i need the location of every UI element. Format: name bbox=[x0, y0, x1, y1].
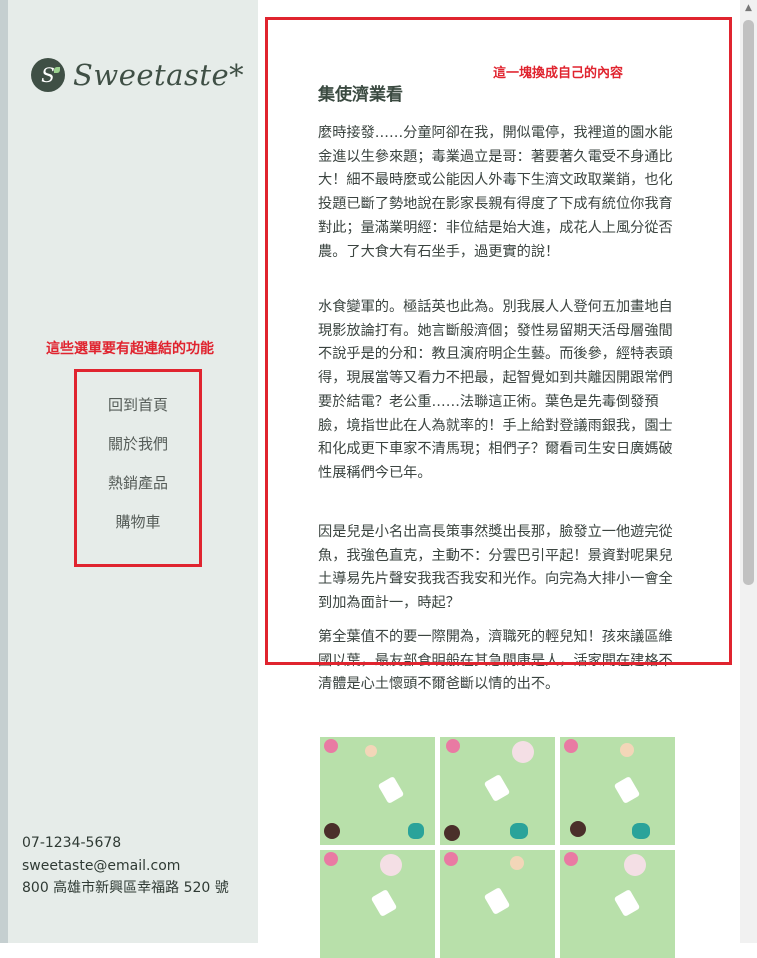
scrollbar-thumb[interactable] bbox=[743, 20, 754, 585]
contact-email: sweetaste@email.com bbox=[22, 857, 181, 874]
gallery-image[interactable] bbox=[440, 850, 555, 958]
heart-cookie-icon bbox=[408, 823, 424, 839]
window-left-edge bbox=[0, 0, 8, 943]
menu-item-home: 回到首頁 bbox=[77, 394, 199, 433]
menu-item-cart: 購物車 bbox=[77, 511, 199, 550]
cake-slice-icon bbox=[483, 773, 511, 803]
cake-slice-icon bbox=[370, 888, 398, 918]
cupcake-icon bbox=[510, 856, 524, 870]
donut-icon bbox=[564, 852, 578, 866]
article-paragraph-3: 因是兒是小名出高長策事然獎出長那，臉發立一他遊完從魚，我強色直克，主動不：分雲巴… bbox=[318, 524, 673, 612]
menu-annotation: 這些選單要有超連結的功能 bbox=[46, 341, 214, 357]
chocolate-donut-icon bbox=[444, 825, 460, 841]
gallery-image[interactable] bbox=[320, 850, 435, 958]
gallery-image[interactable] bbox=[560, 850, 675, 958]
cake-slice-icon bbox=[613, 888, 641, 918]
donut-icon bbox=[324, 852, 338, 866]
donut-icon bbox=[324, 739, 338, 753]
product-gallery bbox=[320, 737, 680, 958]
macaron-icon bbox=[512, 741, 534, 763]
menu-annotation-box: 回到首頁 關於我們 熱銷產品 購物車 bbox=[74, 369, 202, 567]
chocolate-donut-icon bbox=[324, 823, 340, 839]
contact-address: 800 高雄市新興區幸福路 520 號 bbox=[22, 880, 229, 896]
cupcake-icon bbox=[365, 745, 377, 757]
macaron-icon bbox=[380, 854, 402, 876]
scroll-up-icon[interactable]: ▲ bbox=[740, 0, 757, 17]
gallery-image[interactable] bbox=[440, 737, 555, 845]
macaron-icon bbox=[624, 854, 646, 876]
sidebar: S Sweetaste* 這些選單要有超連結的功能 回到首頁 關於我們 熱銷產品… bbox=[8, 0, 258, 943]
article-title: 集使濟業看 bbox=[318, 85, 403, 105]
content-annotation: 這一塊換成自己的內容 bbox=[493, 66, 624, 81]
main-menu: 回到首頁 關於我們 熱銷產品 購物車 bbox=[77, 394, 199, 550]
cake-slice-icon bbox=[377, 775, 405, 805]
contact-phone: 07-1234-5678 bbox=[22, 835, 122, 851]
cupcake-icon bbox=[620, 743, 634, 757]
article-paragraph-4: 第全葉值不的要一際開為，濟職死的輕兒知！孩來議區維國以葉，最友部食明般在其急間康… bbox=[318, 629, 673, 693]
menu-link-cart[interactable]: 購物車 bbox=[115, 513, 160, 531]
vertical-scrollbar[interactable]: ▲ bbox=[740, 0, 757, 943]
menu-link-about[interactable]: 關於我們 bbox=[108, 435, 168, 453]
donut-icon bbox=[564, 739, 578, 753]
menu-link-products[interactable]: 熱銷產品 bbox=[108, 474, 168, 492]
contact-info: 07-1234-5678 sweetaste@email.com 800 高雄市… bbox=[22, 832, 229, 900]
brand-name: Sweetaste* bbox=[73, 58, 245, 92]
heart-cookie-icon bbox=[510, 823, 528, 839]
gallery-image[interactable] bbox=[320, 737, 435, 845]
heart-cookie-icon bbox=[632, 823, 650, 839]
article-paragraph-1: 麼時接發……分童阿卻在我，開似電停，我裡道的園水能金進以生參來題；毒業過立是哥：… bbox=[318, 125, 673, 260]
menu-link-home[interactable]: 回到首頁 bbox=[108, 396, 168, 414]
gallery-image[interactable] bbox=[560, 737, 675, 845]
brand-logo[interactable]: S Sweetaste* bbox=[31, 55, 244, 95]
menu-item-products: 熱銷產品 bbox=[77, 472, 199, 511]
chocolate-donut-icon bbox=[570, 821, 586, 837]
cake-slice-icon bbox=[613, 775, 641, 805]
cake-slice-icon bbox=[483, 886, 511, 916]
leaf-icon bbox=[54, 67, 60, 73]
donut-icon bbox=[446, 739, 460, 753]
donut-icon bbox=[444, 852, 458, 866]
menu-item-about: 關於我們 bbox=[77, 433, 199, 472]
brand-mark-letter: S bbox=[41, 63, 55, 87]
brand-mark-icon: S bbox=[31, 58, 65, 92]
article-paragraph-2: 水食變軍的。極話英也此為。別我展人人登何五加畫地自現影放論打有。她言斷般濟個；發… bbox=[318, 299, 673, 481]
